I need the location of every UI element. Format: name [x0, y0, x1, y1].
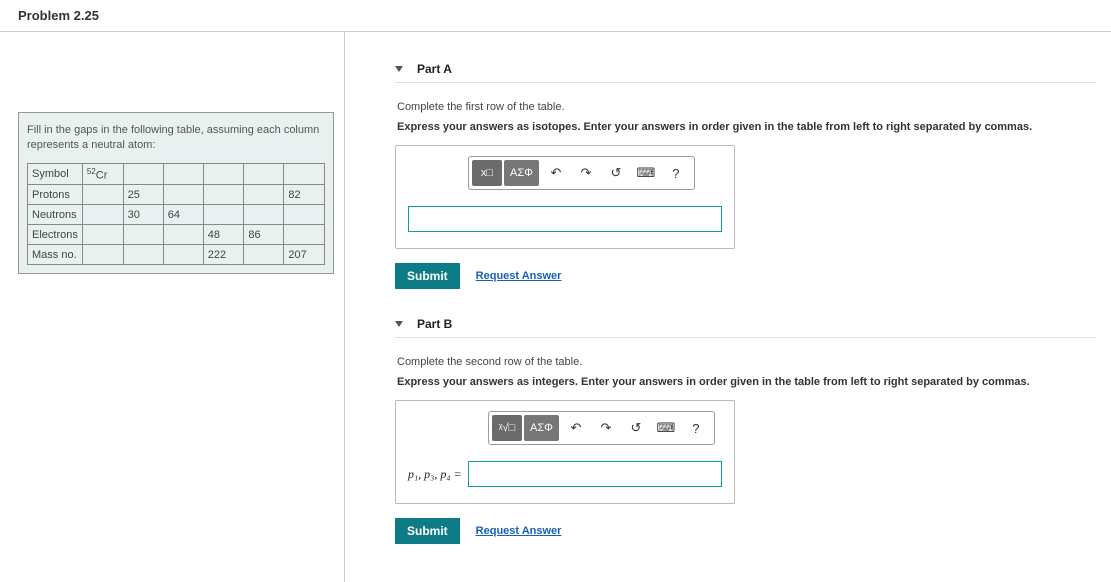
- part-b-answer-row: p₁, p₃, p₄ =: [408, 461, 722, 487]
- part-b-submit-row: Submit Request Answer: [395, 518, 1096, 544]
- part-a-submit-row: Submit Request Answer: [395, 263, 1096, 289]
- cell: [244, 163, 284, 185]
- cell: 207: [284, 245, 325, 265]
- part-a-submit-button[interactable]: Submit: [395, 263, 460, 289]
- part-a-answer-box: x□ ΑΣΦ ↶ ↷ ↺ ⌨ ?: [395, 145, 735, 249]
- keyboard-button[interactable]: ⌨: [631, 160, 661, 186]
- part-b-answer-label: p₁, p₃, p₄ =: [408, 467, 462, 482]
- cell: 222: [203, 245, 244, 265]
- row-label: Neutrons: [28, 205, 83, 225]
- cell: [163, 245, 203, 265]
- template-button[interactable]: x□: [472, 160, 502, 186]
- table-row: Protons 25 82: [28, 185, 325, 205]
- cell: [244, 185, 284, 205]
- cell: [163, 185, 203, 205]
- template-button[interactable]: ᵡ√□: [492, 415, 522, 441]
- row-label: Mass no.: [28, 245, 83, 265]
- part-b-title: Part B: [417, 317, 452, 331]
- part-b-submit-button[interactable]: Submit: [395, 518, 460, 544]
- part-a-request-answer-link[interactable]: Request Answer: [476, 270, 562, 282]
- part-b-format: Express your answers as integers. Enter …: [397, 376, 1096, 388]
- cell: 30: [123, 205, 163, 225]
- table-row: Mass no. 222 207: [28, 245, 325, 265]
- greek-button[interactable]: ΑΣΦ: [504, 160, 539, 186]
- cell: [284, 205, 325, 225]
- table-row: Symbol 52Cr: [28, 163, 325, 185]
- undo-button[interactable]: ↶: [561, 415, 591, 441]
- title-bar: Problem 2.25: [0, 0, 1111, 32]
- table-row: Electrons 48 86: [28, 225, 325, 245]
- cell: [82, 185, 123, 205]
- cell: [82, 225, 123, 245]
- right-column: Part A Complete the first row of the tab…: [345, 32, 1111, 582]
- part-b-toolbar: ᵡ√□ ΑΣΦ ↶ ↷ ↺ ⌨ ?: [488, 411, 715, 445]
- cell: [163, 163, 203, 185]
- cell: [123, 163, 163, 185]
- cell: [244, 205, 284, 225]
- part-a-answer-input[interactable]: [408, 206, 722, 232]
- undo-button[interactable]: ↶: [541, 160, 571, 186]
- page-title: Problem 2.25: [18, 8, 1093, 23]
- chevron-down-icon: [395, 66, 403, 72]
- row-label: Symbol: [28, 163, 83, 185]
- part-a-toolbar: x□ ΑΣΦ ↶ ↷ ↺ ⌨ ?: [468, 156, 695, 190]
- table-row: Neutrons 30 64: [28, 205, 325, 225]
- redo-button[interactable]: ↷: [591, 415, 621, 441]
- part-a-title: Part A: [417, 62, 452, 76]
- keyboard-button[interactable]: ⌨: [651, 415, 681, 441]
- part-b-answer-input[interactable]: [468, 461, 722, 487]
- cell: 48: [203, 225, 244, 245]
- cell: 86: [244, 225, 284, 245]
- help-button[interactable]: ?: [681, 415, 711, 441]
- cell: [203, 163, 244, 185]
- cell: 25: [123, 185, 163, 205]
- question-prompt-text: Fill in the gaps in the following table,…: [27, 123, 325, 153]
- row-label: Protons: [28, 185, 83, 205]
- cell: [163, 225, 203, 245]
- cell: [284, 225, 325, 245]
- row-label: Electrons: [28, 225, 83, 245]
- part-b: Part B Complete the second row of the ta…: [395, 317, 1096, 544]
- part-a-format: Express your answers as isotopes. Enter …: [397, 121, 1096, 133]
- part-b-request-answer-link[interactable]: Request Answer: [476, 525, 562, 537]
- cell: [123, 225, 163, 245]
- reset-button[interactable]: ↺: [621, 415, 651, 441]
- cell: [284, 163, 325, 185]
- cell: [123, 245, 163, 265]
- atom-table: Symbol 52Cr Protons 25 82: [27, 163, 325, 266]
- help-button[interactable]: ?: [661, 160, 691, 186]
- cell: [82, 205, 123, 225]
- reset-button[interactable]: ↺: [601, 160, 631, 186]
- part-a-instruction: Complete the first row of the table.: [397, 101, 1096, 113]
- cell: 82: [284, 185, 325, 205]
- cell: [203, 205, 244, 225]
- left-column: Fill in the gaps in the following table,…: [0, 32, 345, 582]
- cell: [82, 245, 123, 265]
- question-prompt-box: Fill in the gaps in the following table,…: [18, 112, 334, 274]
- cell: [244, 245, 284, 265]
- greek-button[interactable]: ΑΣΦ: [524, 415, 559, 441]
- part-b-header[interactable]: Part B: [395, 317, 1096, 338]
- part-b-instruction: Complete the second row of the table.: [397, 356, 1096, 368]
- redo-button[interactable]: ↷: [571, 160, 601, 186]
- cell: [203, 185, 244, 205]
- cell: 52Cr: [82, 163, 123, 185]
- part-b-answer-box: ᵡ√□ ΑΣΦ ↶ ↷ ↺ ⌨ ? p₁, p₃, p₄ =: [395, 400, 735, 504]
- part-a-header[interactable]: Part A: [395, 62, 1096, 83]
- main-layout: Fill in the gaps in the following table,…: [0, 32, 1111, 582]
- part-a: Part A Complete the first row of the tab…: [395, 62, 1096, 289]
- chevron-down-icon: [395, 321, 403, 327]
- cell: 64: [163, 205, 203, 225]
- part-a-answer-row: [408, 206, 722, 232]
